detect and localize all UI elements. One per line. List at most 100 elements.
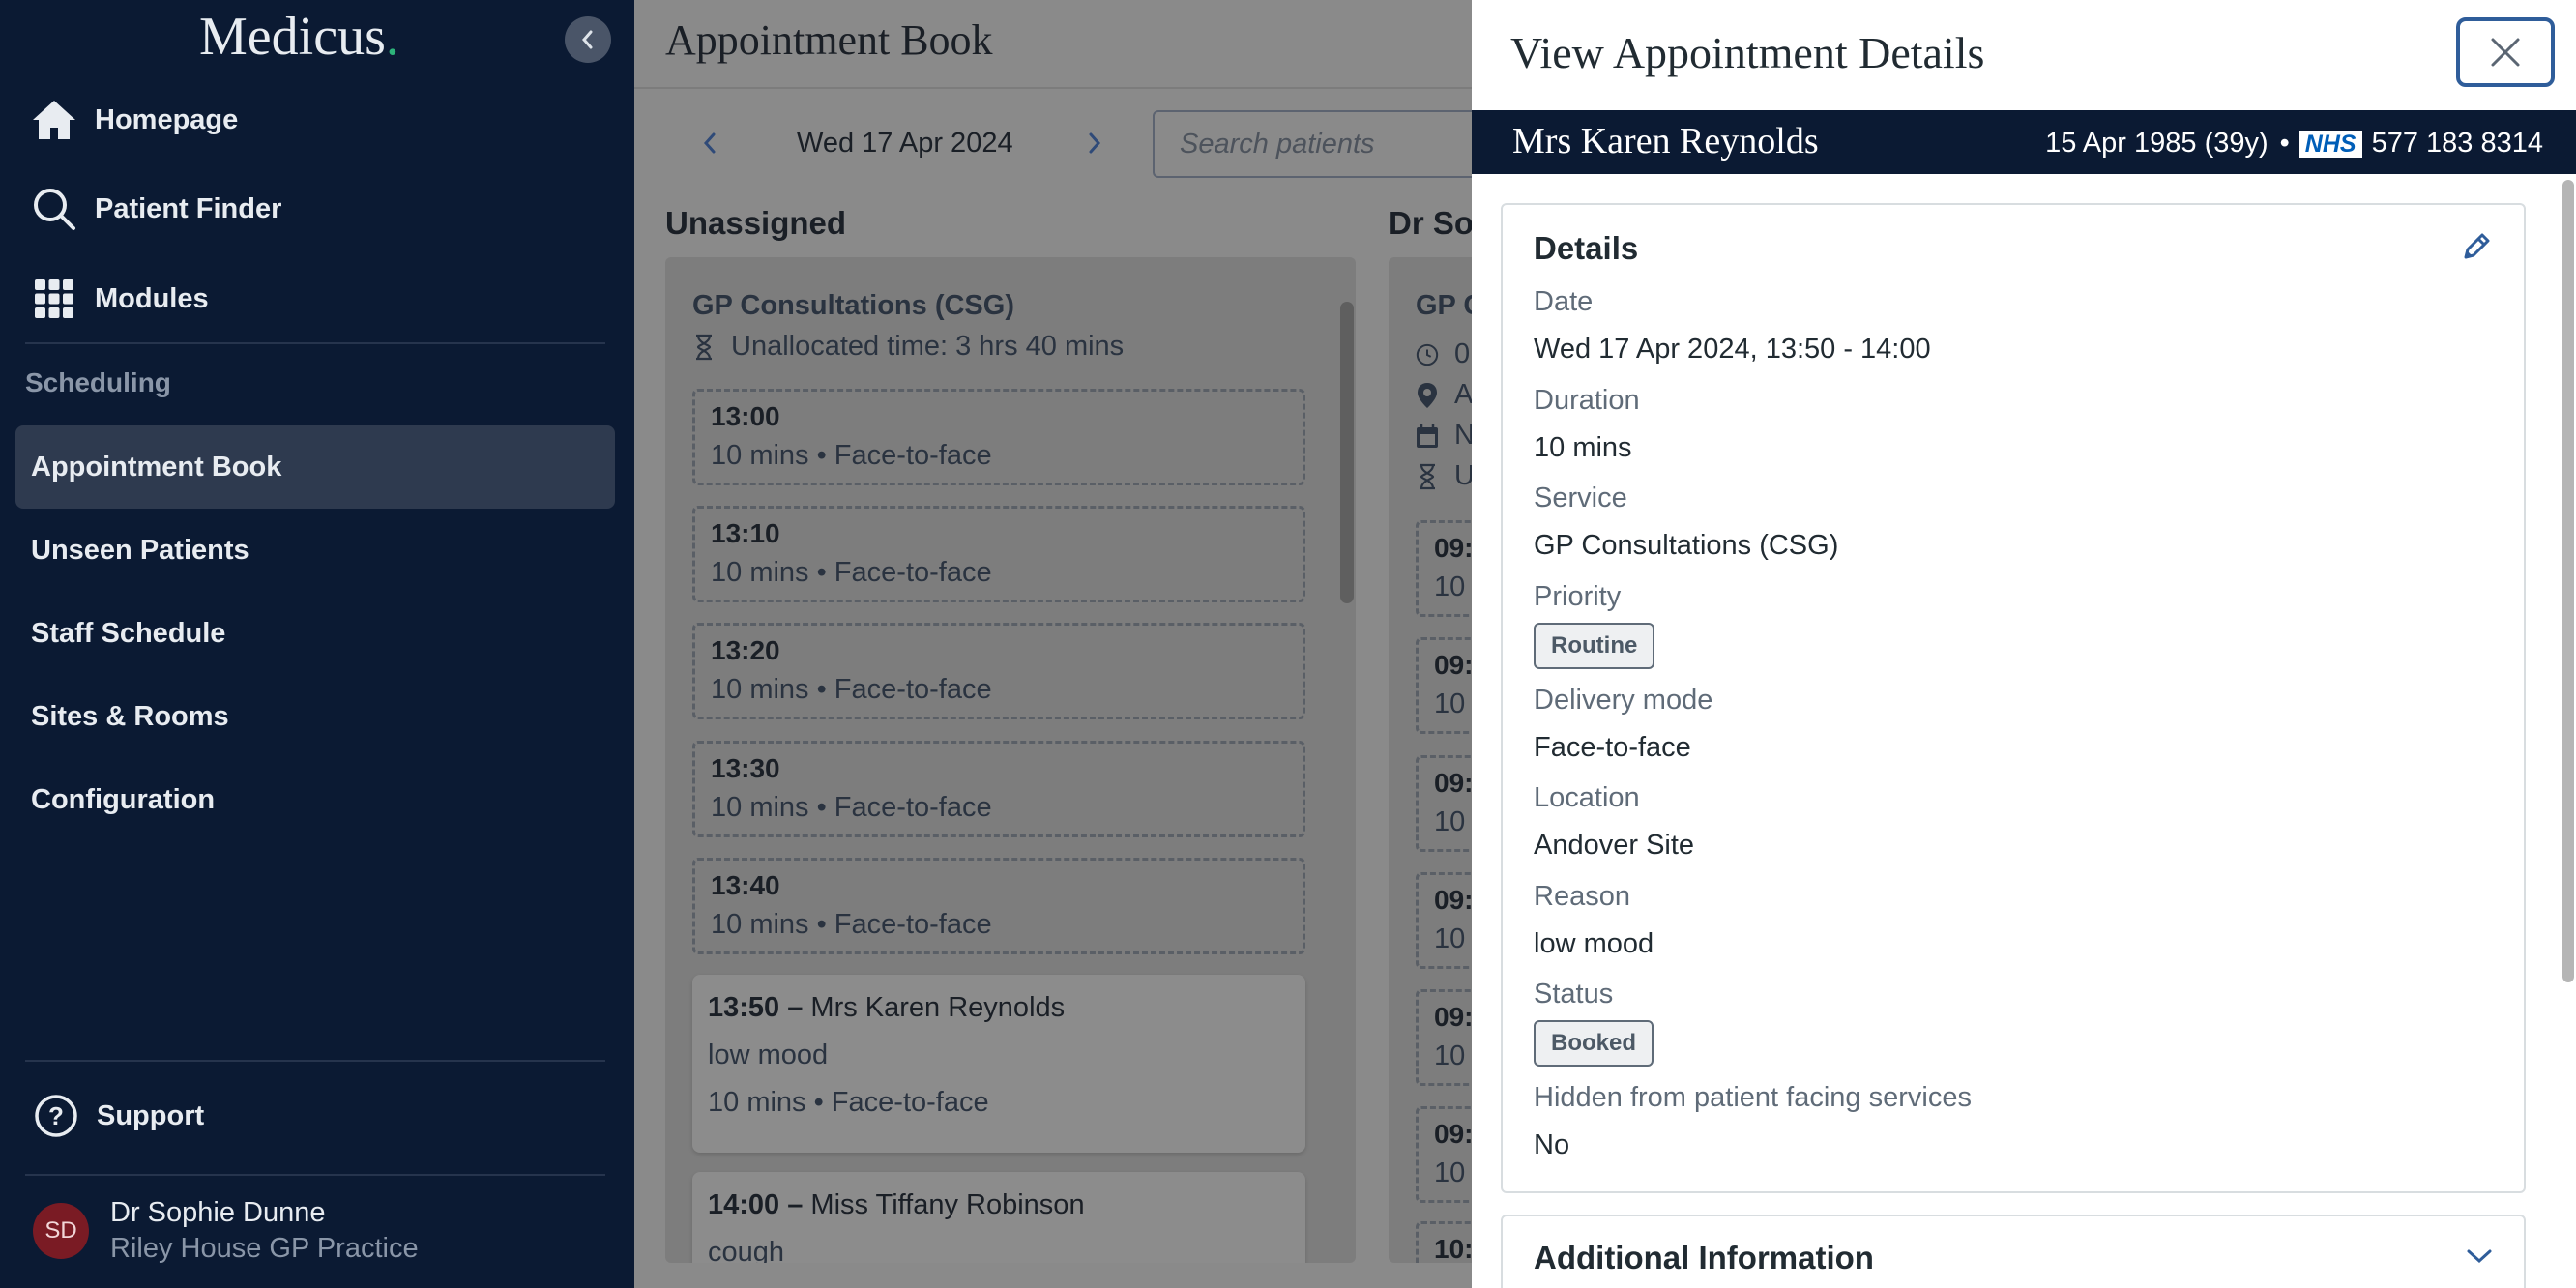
session-location-text: A [1454, 379, 1474, 410]
slot-detail: 10 mins • Face-to-face [711, 557, 992, 588]
field-value: No [1534, 1129, 1570, 1160]
hourglass-icon [1416, 463, 1439, 490]
slot-detail: 10 mins • Face-to-face [711, 674, 992, 705]
field-label: Date [1534, 286, 1594, 317]
field-value: Andover Site [1534, 830, 1695, 861]
user-profile[interactable]: SD Dr Sophie Dunne Riley House GP Practi… [33, 1197, 419, 1265]
nav-homepage-label: Homepage [95, 103, 239, 135]
chevron-down-icon[interactable] [2462, 1242, 2497, 1271]
appointment-heading: 14:00 – Miss Tiffany Robinson [708, 1189, 1290, 1221]
field-date: Date Wed 17 Apr 2024, 13:50 - 14:00 [1534, 286, 1931, 366]
session-time-text: 0 [1454, 338, 1471, 369]
chevron-right-icon [1089, 132, 1101, 154]
chevron-left-icon [582, 30, 593, 49]
booked-appointment[interactable]: 13:50 – Mrs Karen Reynolds low mood 10 m… [692, 975, 1305, 1153]
calendar-icon [1416, 423, 1439, 450]
nav-modules[interactable]: Modules [27, 270, 209, 328]
chevron-left-icon [703, 132, 716, 154]
slot-time: 13:00 [711, 401, 780, 431]
sidebar-item-appointment-book[interactable]: Appointment Book [15, 425, 615, 509]
sidebar-item-label: Configuration [31, 784, 216, 815]
field-value: GP Consultations (CSG) [1534, 530, 1839, 561]
patient-dob: 15 Apr 1985 (39y) [2045, 128, 2269, 159]
appointment-time: 13:50 – [708, 992, 804, 1023]
free-slot[interactable]: 13:00 10 mins • Face-to-face [692, 389, 1305, 485]
hourglass-icon [692, 334, 716, 361]
avatar: SD [33, 1203, 89, 1259]
previous-day-button[interactable] [690, 120, 729, 166]
field-value: 10 mins [1534, 432, 1632, 463]
free-slot[interactable]: 13:30 10 mins • Face-to-face [692, 741, 1305, 837]
nav-support-label: Support [97, 1099, 205, 1131]
sidebar-item-configuration[interactable]: Configuration [31, 784, 215, 816]
session-unallocated: U [1416, 460, 1475, 492]
appointment-details-drawer: View Appointment Details Mrs Karen Reyno… [1472, 0, 2576, 1288]
appointment-heading: 13:50 – Mrs Karen Reynolds [708, 992, 1290, 1024]
field-label: Delivery mode [1534, 685, 1713, 716]
nav-support[interactable]: ? Support [29, 1087, 204, 1145]
appointment-detail: 10 mins • Face-to-face [708, 1087, 989, 1118]
free-slot[interactable]: 13:20 10 mins • Face-to-face [692, 623, 1305, 719]
sidebar: Medicus. Homepage Patient Finder Modules… [0, 0, 634, 1288]
nav-modules-label: Modules [95, 282, 209, 314]
session-time: 0 [1416, 338, 1470, 370]
slot-detail: 10 mins • Face-to-face [711, 792, 992, 823]
additional-information-section[interactable]: Additional Information [1501, 1215, 2526, 1288]
home-icon [27, 93, 81, 147]
free-slot[interactable]: 13:40 10 mins • Face-to-face [692, 858, 1305, 954]
field-label: Reason [1534, 881, 1630, 912]
medicus-logo[interactable]: Medicus. [199, 6, 399, 68]
additional-information-title: Additional Information [1534, 1240, 1874, 1275]
help-icon: ? [29, 1089, 83, 1143]
appointment-patient: Miss Tiffany Robinson [810, 1189, 1085, 1220]
nav-homepage[interactable]: Homepage [27, 91, 238, 149]
patient-banner: Mrs Karen Reynolds 15 Apr 1985 (39y) • N… [1472, 110, 2576, 174]
field-service: Service GP Consultations (CSG) [1534, 483, 1838, 562]
status-badge: Booked [1534, 1020, 1654, 1067]
sidebar-divider [25, 1060, 605, 1062]
slot-time: 13:30 [711, 753, 780, 783]
field-value: Face-to-face [1534, 732, 1691, 763]
free-slot[interactable]: 13:10 10 mins • Face-to-face [692, 506, 1305, 602]
collapse-sidebar-button[interactable] [565, 16, 611, 63]
grid-icon [27, 272, 81, 326]
nav-patient-finder-label: Patient Finder [95, 192, 282, 224]
search-icon [27, 182, 81, 236]
nav-patient-finder[interactable]: Patient Finder [27, 180, 281, 238]
slot-time: 13:20 [711, 635, 780, 665]
user-practice: Riley House GP Practice [110, 1233, 419, 1264]
field-reason: Reason low mood [1534, 881, 1654, 960]
edit-details-button[interactable] [2452, 222, 2501, 271]
field-duration: Duration 10 mins [1534, 385, 1640, 464]
drawer-scrollbar[interactable] [2562, 180, 2574, 982]
appointment-reason: low mood [708, 1039, 829, 1070]
patient-meta: 15 Apr 1985 (39y) • NHS 577 183 8314 [2045, 128, 2543, 160]
service-name: GP Consultations (CSG) [692, 290, 1014, 321]
close-button[interactable] [2456, 17, 2555, 87]
field-status: Status Booked [1534, 979, 1654, 1067]
sidebar-divider [25, 1174, 605, 1176]
sidebar-item-label: Sites & Rooms [31, 701, 229, 732]
sidebar-item-sites-rooms[interactable]: Sites & Rooms [31, 701, 229, 733]
booked-appointment[interactable]: 14:00 – Miss Tiffany Robinson cough [692, 1172, 1305, 1263]
sidebar-item-label: Unseen Patients [31, 535, 249, 566]
slot-time: 13:10 [711, 518, 780, 548]
logo-text: Medicus [199, 7, 386, 67]
slot-detail: 10 mins • Face-to-face [711, 909, 992, 940]
session-type: N [1416, 420, 1475, 452]
sidebar-item-staff-schedule[interactable]: Staff Schedule [31, 618, 225, 650]
field-delivery-mode: Delivery mode Face-to-face [1534, 685, 1712, 764]
page-title: Appointment Book [665, 16, 993, 64]
sidebar-item-unseen-patients[interactable]: Unseen Patients [31, 535, 249, 567]
field-hidden-from-patient: Hidden from patient facing services No [1534, 1082, 1972, 1161]
details-title: Details [1534, 230, 1639, 266]
field-value: Wed 17 Apr 2024, 13:50 - 14:00 [1534, 334, 1931, 365]
meta-separator: • [2279, 128, 2290, 159]
next-day-button[interactable] [1075, 120, 1114, 166]
drawer-title: View Appointment Details [1510, 28, 1985, 77]
section-label-scheduling: Scheduling [25, 367, 171, 397]
clock-icon [1416, 341, 1439, 368]
unallocated-time: Unallocated time: 3 hrs 40 mins [692, 331, 1124, 363]
column-scrollbar[interactable] [1340, 302, 1354, 603]
svg-text:?: ? [48, 1101, 64, 1130]
